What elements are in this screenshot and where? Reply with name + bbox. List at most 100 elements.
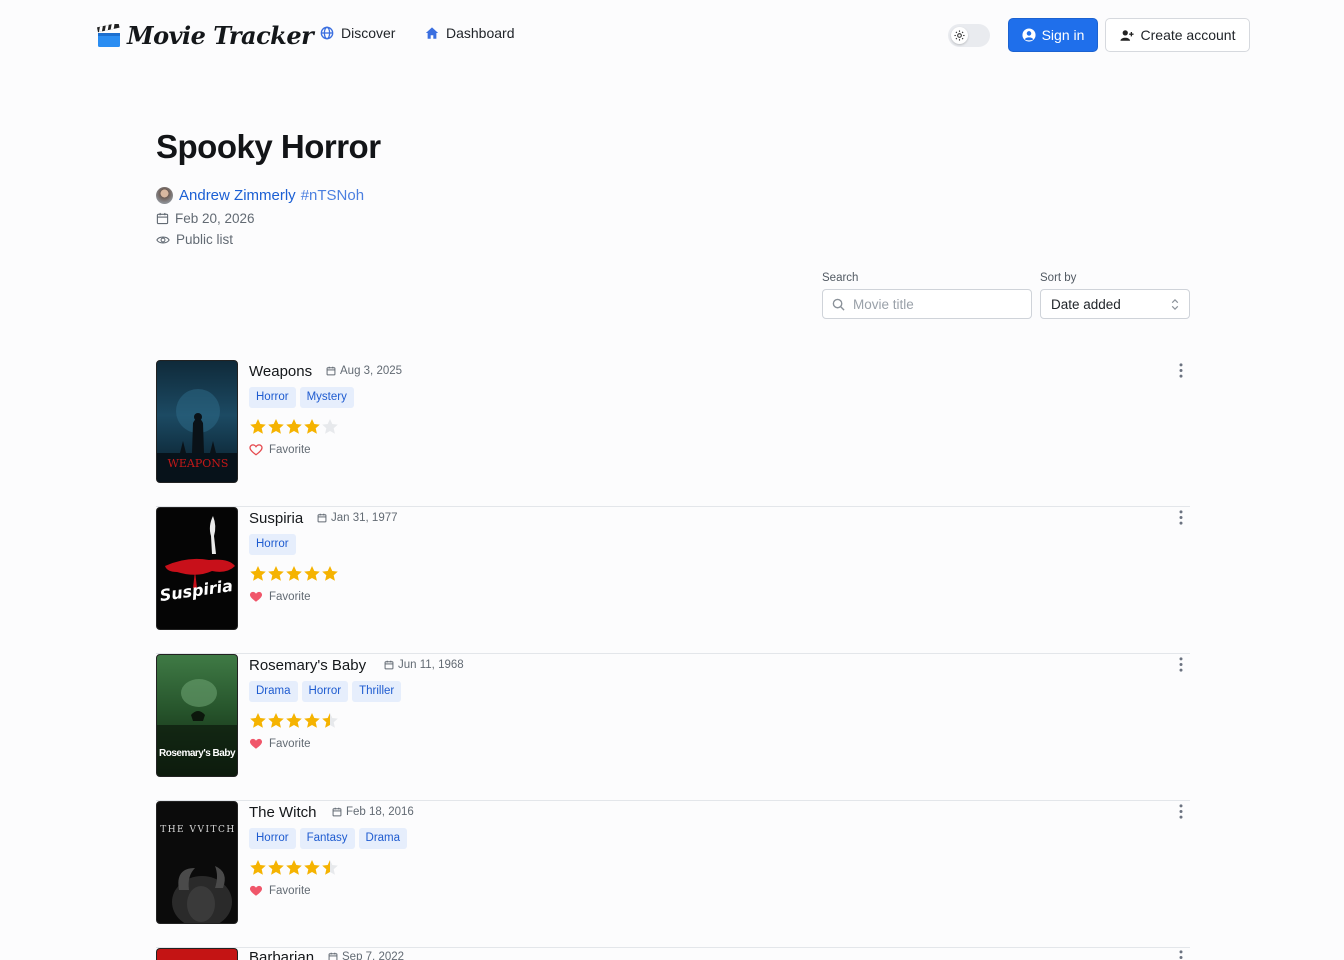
nav-dashboard-label: Dashboard: [446, 25, 515, 41]
list-visibility-text: Public list: [176, 232, 234, 247]
movie-release-date: Feb 18, 2016: [332, 806, 414, 818]
movie-title[interactable]: Rosemary's Baby: [249, 657, 366, 674]
poster-title: Suspiria: [158, 576, 233, 605]
calendar-icon: [332, 807, 342, 817]
search-input[interactable]: [853, 296, 1023, 312]
movie-poster[interactable]: [156, 948, 238, 960]
movie-release-date: Aug 3, 2025: [326, 365, 402, 377]
sign-in-button[interactable]: Sign in: [1008, 18, 1098, 52]
author-tag: #nTSNoh: [300, 187, 365, 204]
star-half-icon[interactable]: [321, 712, 339, 729]
movie-title[interactable]: The Witch: [249, 804, 317, 821]
genre-tag[interactable]: Fantasy: [299, 828, 355, 849]
movie-row: Rosemary's Baby Rosemary's Baby Jun 11, …: [156, 654, 1190, 801]
movie-title[interactable]: Weapons: [249, 363, 312, 380]
movie-row: THE VVITCH The Witch Feb 18, 2016 Horror…: [156, 801, 1190, 948]
movie-release-date: Sep 7, 2022: [328, 951, 404, 960]
calendar-icon: [326, 366, 336, 376]
star-filled-icon[interactable]: [267, 565, 285, 582]
star-filled-icon[interactable]: [267, 712, 285, 729]
more-options-icon[interactable]: [1179, 950, 1183, 960]
genre-tags: Horror Mystery: [249, 387, 358, 408]
star-filled-icon[interactable]: [249, 565, 267, 582]
calendar-icon: [384, 660, 394, 670]
star-filled-icon[interactable]: [285, 565, 303, 582]
movie-poster[interactable]: THE VVITCH: [156, 801, 238, 924]
create-account-label: Create account: [1140, 27, 1236, 43]
favorite-toggle[interactable]: Favorite: [249, 737, 311, 750]
star-filled-icon[interactable]: [249, 418, 267, 435]
movie-poster[interactable]: Rosemary's Baby: [156, 654, 238, 777]
movie-title[interactable]: Barbarian: [249, 949, 314, 960]
star-filled-icon[interactable]: [267, 859, 285, 876]
more-options-icon[interactable]: [1179, 657, 1183, 672]
search-label: Search: [822, 272, 859, 284]
sign-in-label: Sign in: [1041, 27, 1085, 43]
genre-tag[interactable]: Drama: [249, 681, 298, 702]
page-title: Spooky Horror: [156, 128, 381, 165]
heart-filled-icon: [249, 591, 263, 602]
globe-icon: [320, 26, 334, 40]
star-half-icon[interactable]: [321, 859, 339, 876]
user-plus-icon: [1119, 29, 1134, 41]
star-filled-icon[interactable]: [285, 712, 303, 729]
sun-icon: [954, 30, 965, 41]
calendar-icon: [317, 513, 327, 523]
star-filled-icon[interactable]: [285, 859, 303, 876]
star-filled-icon[interactable]: [285, 418, 303, 435]
genre-tag[interactable]: Horror: [301, 681, 349, 702]
avatar[interactable]: [156, 187, 173, 204]
calendar-icon: [328, 952, 338, 960]
star-filled-icon[interactable]: [321, 565, 339, 582]
poster-title: WEAPONS: [168, 457, 229, 470]
movie-release-date: Jun 11, 1968: [384, 659, 464, 671]
movie-poster[interactable]: Suspiria: [156, 507, 238, 630]
favorite-toggle[interactable]: Favorite: [249, 443, 311, 456]
movie-title[interactable]: Suspiria: [249, 510, 303, 527]
genre-tag[interactable]: Drama: [358, 828, 408, 849]
author-name-link[interactable]: Andrew Zimmerly: [179, 187, 296, 204]
star-filled-icon[interactable]: [303, 565, 321, 582]
more-options-icon[interactable]: [1179, 363, 1183, 378]
star-rating[interactable]: [249, 418, 339, 435]
star-rating[interactable]: [249, 565, 339, 582]
heart-outline-icon: [249, 444, 263, 456]
star-filled-icon[interactable]: [303, 712, 321, 729]
favorite-toggle[interactable]: Favorite: [249, 590, 311, 603]
more-options-icon[interactable]: [1179, 510, 1183, 525]
star-filled-icon[interactable]: [303, 418, 321, 435]
movie-date-text: Jun 11, 1968: [398, 659, 464, 671]
nav-discover[interactable]: Discover: [320, 25, 395, 41]
genre-tag[interactable]: Horror: [249, 828, 296, 849]
poster-art: WEAPONS: [157, 389, 237, 482]
nav-dashboard[interactable]: Dashboard: [425, 25, 515, 41]
theme-toggle[interactable]: [948, 24, 990, 47]
genre-tag[interactable]: Thriller: [352, 681, 402, 702]
star-filled-icon[interactable]: [249, 712, 267, 729]
theme-toggle-knob: [951, 27, 968, 44]
movie-date-text: Aug 3, 2025: [340, 365, 403, 377]
favorite-label: Favorite: [269, 884, 311, 897]
genre-tags: Horror Fantasy Drama: [249, 828, 411, 849]
clapperboard-icon: [97, 23, 120, 47]
sort-select[interactable]: Date added: [1040, 289, 1190, 319]
star-filled-icon[interactable]: [249, 859, 267, 876]
star-empty-icon[interactable]: [321, 418, 339, 435]
list-date-text: Feb 20, 2026: [175, 211, 255, 226]
search-field[interactable]: [822, 289, 1032, 319]
app-logo[interactable]: Movie Tracker: [97, 21, 314, 50]
favorite-toggle[interactable]: Favorite: [249, 884, 311, 897]
search-icon: [832, 298, 845, 311]
create-account-button[interactable]: Create account: [1105, 18, 1250, 52]
more-options-icon[interactable]: [1179, 804, 1183, 819]
heart-filled-icon: [249, 885, 263, 896]
star-rating[interactable]: [249, 859, 339, 876]
star-filled-icon[interactable]: [267, 418, 285, 435]
star-rating[interactable]: [249, 712, 339, 729]
genre-tag[interactable]: Horror: [249, 534, 296, 555]
star-filled-icon[interactable]: [303, 859, 321, 876]
genre-tag[interactable]: Mystery: [299, 387, 354, 408]
genre-tag[interactable]: Horror: [249, 387, 296, 408]
movie-poster[interactable]: WEAPONS: [156, 360, 238, 483]
logo-text: Movie Tracker: [127, 21, 314, 50]
